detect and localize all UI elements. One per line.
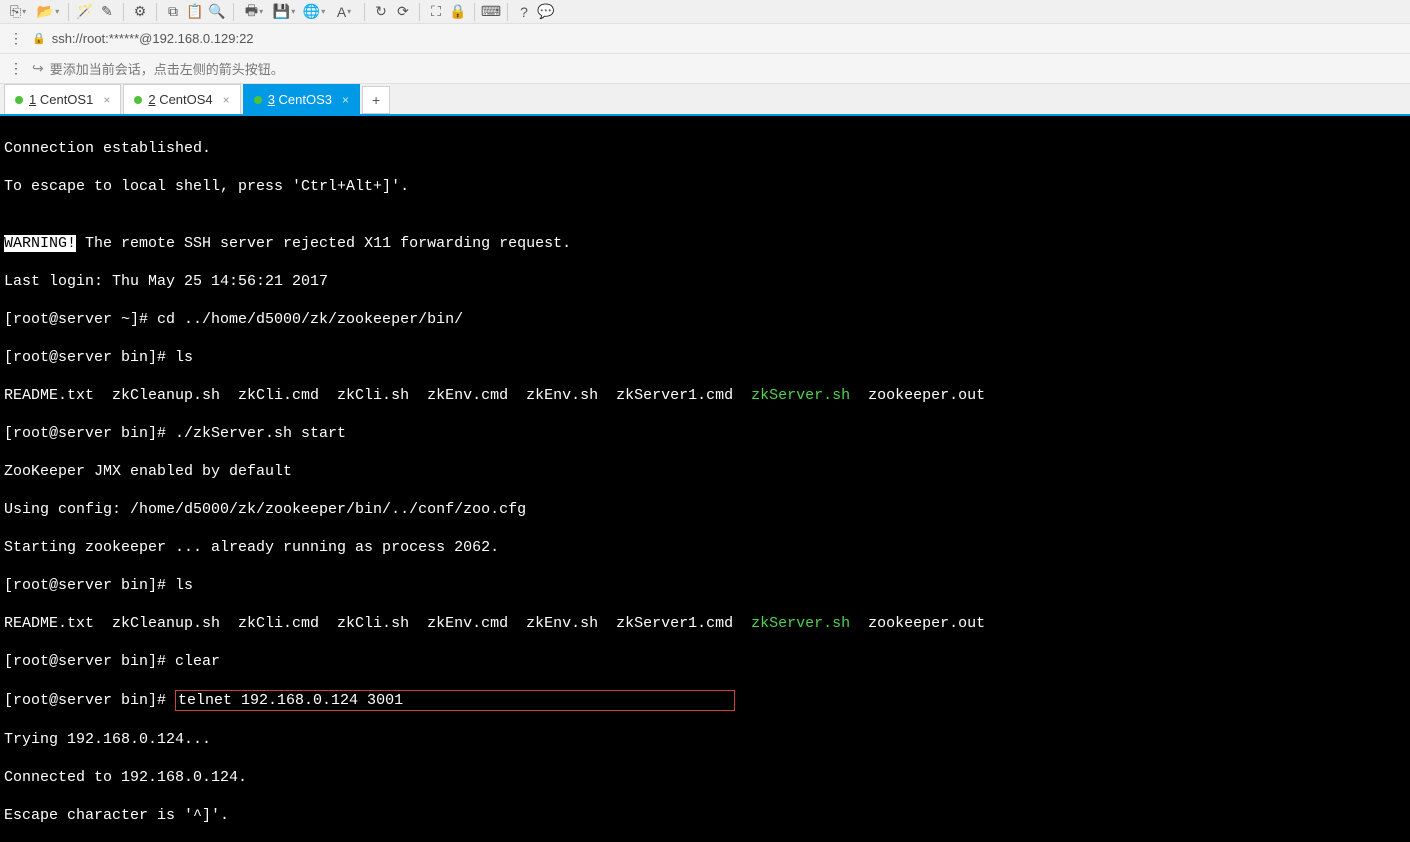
print-icon[interactable]: 🖶▾ [240, 2, 268, 22]
hint-text: 要添加当前会话，点击左侧的箭头按钮。 [50, 59, 284, 78]
close-tab-icon[interactable]: × [223, 93, 230, 107]
term-line: Last login: Thu May 25 14:56:21 2017 [4, 272, 1406, 291]
term-line: Starting zookeeper ... already running a… [4, 538, 1406, 557]
term-line: ZooKeeper JMX enabled by default [4, 462, 1406, 481]
toggle-sidebar-icon[interactable]: ⋮ [6, 29, 26, 49]
term-line: [root@server bin]# ./zkServer.sh start [4, 424, 1406, 443]
status-dot-icon [134, 96, 142, 104]
lock-indicator-icon: 🔒 [32, 32, 46, 45]
session-tab[interactable]: 1 CentOS1 × [4, 84, 121, 114]
term-line: [root@server bin]# ls [4, 348, 1406, 367]
term-line: [root@server bin]# clear [4, 652, 1406, 671]
dropdown-arrow-icon: ▾ [321, 7, 325, 16]
executable-file: zkServer.sh [751, 615, 850, 632]
globe-icon[interactable]: 🌐▾ [300, 2, 328, 22]
keyboard-icon[interactable]: ⌨ [481, 2, 501, 22]
term-line: Escape character is '^]'. [4, 806, 1406, 825]
term-line: [root@server bin]# ls [4, 576, 1406, 595]
find-icon[interactable]: 🔍 [207, 2, 227, 22]
fullscreen-icon[interactable]: ⛶ [426, 2, 446, 22]
paste-icon[interactable]: 📋 [185, 2, 205, 22]
help-icon[interactable]: ? [514, 2, 534, 22]
reconnect-icon[interactable]: 🪄 [75, 2, 95, 22]
font-icon[interactable]: A▾ [330, 2, 358, 22]
close-tab-icon[interactable]: × [342, 93, 349, 107]
term-line: WARNING! The remote SSH server rejected … [4, 234, 1406, 253]
session-tab[interactable]: 3 CentOS3 × [243, 84, 360, 114]
copy-icon[interactable]: ⧉ [163, 2, 183, 22]
term-line: To escape to local shell, press 'Ctrl+Al… [4, 177, 1406, 196]
new-session-icon[interactable]: ⎘▾ [4, 2, 32, 22]
session-tab[interactable]: 2 CentOS4 × [123, 84, 240, 114]
dropdown-arrow-icon: ▾ [291, 7, 295, 16]
toolbar-separator [419, 3, 420, 21]
bookmark-toggle-icon[interactable]: ⋮ [6, 59, 26, 79]
term-line: [root@server ~]# cd ../home/d5000/zk/zoo… [4, 310, 1406, 329]
dropdown-arrow-icon: ▾ [259, 7, 263, 16]
term-line: README.txt zkCleanup.sh zkCli.cmd zkCli.… [4, 386, 1406, 405]
save-icon[interactable]: 💾▾ [270, 2, 298, 22]
term-line: [root@server bin]# telnet 192.168.0.124 … [4, 690, 1406, 711]
term-line: Connection established. [4, 139, 1406, 158]
refresh-icon[interactable]: ↻ [371, 2, 391, 22]
connection-url[interactable]: ssh://root:******@192.168.0.129:22 [52, 31, 254, 46]
sync-icon[interactable]: ⟳ [393, 2, 413, 22]
new-tab-button[interactable]: + [362, 86, 390, 114]
properties-icon[interactable]: ⚙ [130, 2, 150, 22]
status-dot-icon [15, 96, 23, 104]
term-line: Connected to 192.168.0.124. [4, 768, 1406, 787]
add-session-arrow-icon[interactable]: ↪ [32, 60, 44, 77]
close-tab-icon[interactable]: × [103, 93, 110, 107]
toolbar-separator [507, 3, 508, 21]
dropdown-arrow-icon: ▾ [347, 7, 351, 16]
hint-bar: ⋮ ↪ 要添加当前会话，点击左侧的箭头按钮。 [0, 54, 1410, 84]
warning-badge: WARNING! [4, 235, 76, 252]
toolbar-separator [68, 3, 69, 21]
tab-label: 3 CentOS3 [268, 92, 332, 107]
dropdown-arrow-icon: ▾ [22, 7, 26, 16]
term-line: Trying 192.168.0.124... [4, 730, 1406, 749]
address-bar: ⋮ 🔒 ssh://root:******@192.168.0.129:22 [0, 24, 1410, 54]
session-tabs: 1 CentOS1 × 2 CentOS4 × 3 CentOS3 × + [0, 84, 1410, 116]
tab-label: 2 CentOS4 [148, 92, 212, 107]
term-line: README.txt zkCleanup.sh zkCli.cmd zkCli.… [4, 614, 1406, 633]
executable-file: zkServer.sh [751, 387, 850, 404]
term-line: Using config: /home/d5000/zk/zookeeper/b… [4, 500, 1406, 519]
feedback-icon[interactable]: 💬 [536, 2, 556, 22]
main-toolbar: ⎘▾📂▾ 🪄✎ ⚙ ⧉📋🔍 🖶▾💾▾🌐▾A▾ ↻⟳ ⛶🔒 ⌨?💬 [0, 0, 1410, 24]
toolbar-separator [156, 3, 157, 21]
dropdown-arrow-icon: ▾ [55, 7, 59, 16]
toolbar-separator [474, 3, 475, 21]
lock-icon[interactable]: 🔒 [448, 2, 468, 22]
toolbar-separator [123, 3, 124, 21]
disconnect-icon[interactable]: ✎ [97, 2, 117, 22]
highlight-telnet-cmd: telnet 192.168.0.124 3001 [175, 690, 735, 711]
terminal-output[interactable]: Connection established. To escape to loc… [0, 116, 1410, 842]
tab-label: 1 CentOS1 [29, 92, 93, 107]
status-dot-icon [254, 96, 262, 104]
toolbar-separator [233, 3, 234, 21]
toolbar-separator [364, 3, 365, 21]
open-icon[interactable]: 📂▾ [34, 2, 62, 22]
